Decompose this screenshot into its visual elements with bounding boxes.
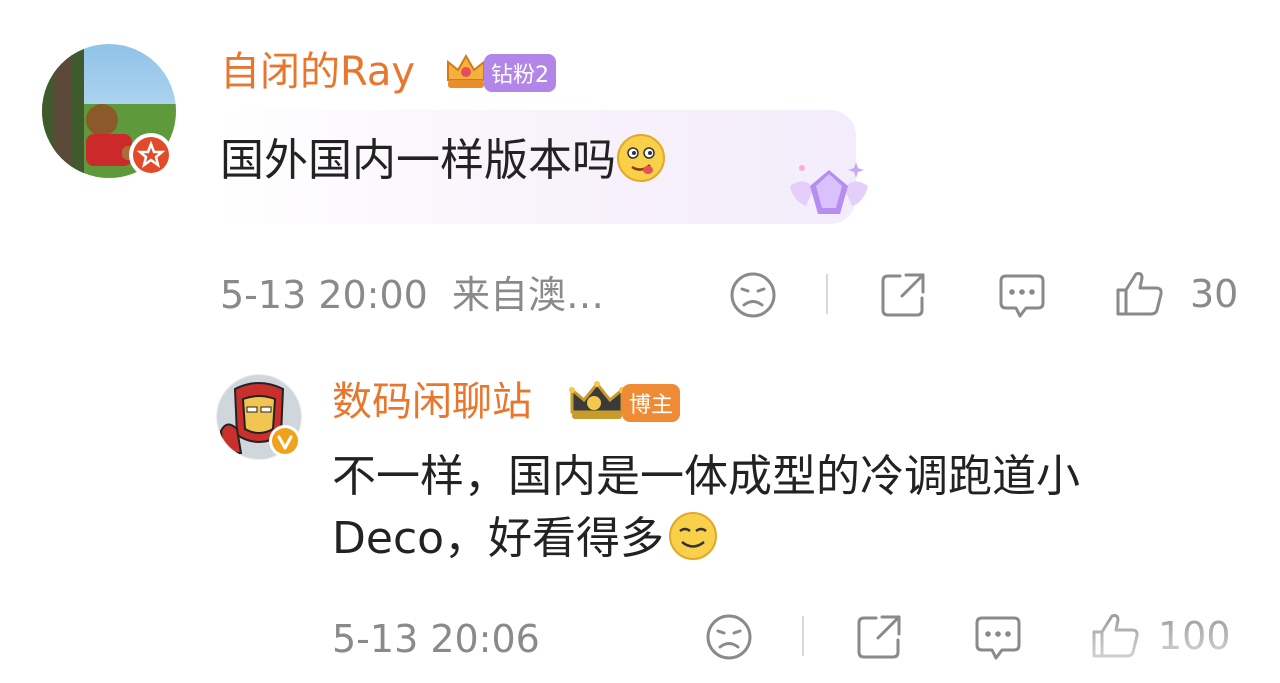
divider — [802, 616, 804, 656]
comment-text: 国外国内一样版本吗 — [220, 130, 666, 200]
dislike-button[interactable] — [704, 612, 754, 662]
crown-icon — [444, 50, 488, 92]
badge-label: 钻粉2 — [491, 63, 549, 88]
share-icon — [881, 273, 925, 317]
comment-text-line: 不一样，国内是一体成型的冷调跑道小 — [332, 451, 1080, 502]
like-button[interactable]: 30 — [1114, 268, 1238, 320]
dislike-button[interactable] — [728, 270, 778, 320]
comment-icon — [999, 274, 1045, 318]
share-button[interactable] — [878, 270, 928, 320]
verified-icon — [268, 424, 302, 458]
comment-text: 不一样，国内是一体成型的冷调跑道小 Deco，好看得多 — [332, 446, 1232, 578]
reply-button[interactable] — [972, 612, 1024, 664]
dislike-icon — [706, 614, 752, 660]
comment-text-line: Deco，好看得多 — [332, 513, 665, 564]
share-icon — [857, 615, 901, 659]
like-icon — [1116, 272, 1163, 316]
reply-button[interactable] — [996, 270, 1048, 322]
username[interactable]: 数码闲聊站 — [332, 382, 532, 422]
badge: 博主 — [622, 384, 680, 422]
verified-icon — [128, 132, 174, 178]
comment-icon — [975, 616, 1021, 660]
timestamp: 5-13 20:06 — [332, 617, 540, 661]
smiley-icon — [616, 133, 666, 200]
like-count: 30 — [1190, 272, 1239, 316]
badge: 钻粉2 — [484, 54, 556, 92]
fade-overlay — [1050, 600, 1280, 683]
timestamp: 5-13 20:00 来自澳… — [220, 273, 604, 317]
badge-label: 博主 — [628, 393, 673, 418]
dislike-icon — [730, 272, 776, 318]
diamond-icon — [784, 156, 874, 230]
smiley-icon — [668, 511, 718, 578]
share-button[interactable] — [854, 612, 904, 662]
divider — [826, 274, 828, 314]
crown-icon — [568, 380, 626, 422]
username[interactable]: 自闭的Ray — [220, 52, 415, 92]
comment-text-content: 国外国内一样版本吗 — [220, 135, 616, 186]
